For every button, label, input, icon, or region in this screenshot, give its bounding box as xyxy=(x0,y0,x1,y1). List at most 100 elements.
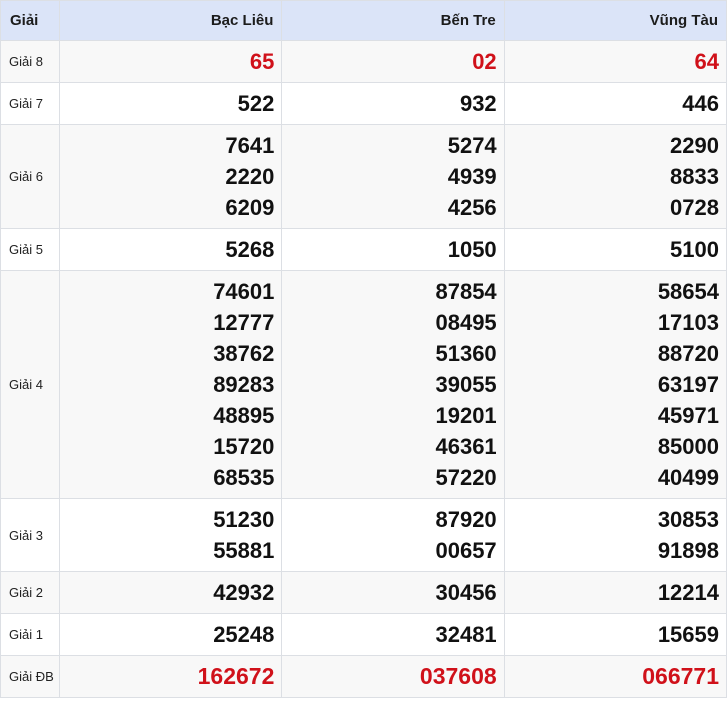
winning-number: 87854 xyxy=(435,279,497,304)
prize-cell: 2290 8833 0728 xyxy=(503,124,727,229)
prize-cell: 1050 xyxy=(281,228,505,271)
prize-cell: 25248 xyxy=(59,613,283,656)
prize-cell: 522 xyxy=(59,82,283,125)
winning-number: 12777 xyxy=(213,310,275,335)
winning-number: 74601 xyxy=(213,279,275,304)
winning-number: 48895 xyxy=(213,403,275,428)
prize-row: Giải 2 42932 30456 12214 xyxy=(0,571,727,614)
winning-number: 522 xyxy=(237,91,275,116)
winning-number: 00657 xyxy=(435,538,497,563)
prize-row: Giải 6 7641 2220 6209 5274 4939 4256 2290 8833 07… xyxy=(0,124,727,229)
winning-number: 4256 xyxy=(447,195,497,220)
winning-number: 51360 xyxy=(435,341,497,366)
winning-number: 2220 xyxy=(225,164,275,189)
winning-number: 7641 xyxy=(225,133,275,158)
winning-number: 446 xyxy=(682,91,719,116)
header-prize-label: Giải xyxy=(0,0,61,41)
winning-number: 5268 xyxy=(225,237,275,262)
winning-number: 162672 xyxy=(197,663,275,689)
prize-cell: 162672 xyxy=(59,655,283,698)
winning-number: 45971 xyxy=(657,403,719,428)
winning-number: 12214 xyxy=(657,580,719,605)
prize-cell: 42932 xyxy=(59,571,283,614)
winning-number: 066771 xyxy=(642,663,719,689)
prize-label: Giải 4 xyxy=(0,270,61,499)
prize-cell: 15659 xyxy=(503,613,727,656)
winning-number: 15720 xyxy=(213,434,275,459)
prize-cell: 64 xyxy=(503,40,727,83)
prize-row: Giải 1 25248 32481 15659 xyxy=(0,613,727,656)
winning-number: 65 xyxy=(249,49,275,74)
prize-label: Giải 7 xyxy=(0,82,61,125)
winning-number: 32481 xyxy=(435,622,497,647)
prize-cell: 7641 2220 6209 xyxy=(59,124,283,229)
prize-cell: 30456 xyxy=(281,571,505,614)
header-row: Giải Bạc Liêu Bến Tre Vũng Tàu xyxy=(0,0,727,41)
winning-number: 15659 xyxy=(657,622,719,647)
winning-number: 55881 xyxy=(213,538,275,563)
winning-number: 68535 xyxy=(213,465,275,490)
winning-number: 037608 xyxy=(419,663,497,689)
prize-cell: 32481 xyxy=(281,613,505,656)
winning-number: 5274 xyxy=(447,133,497,158)
prize-row: Giải 5 5268 1050 5100 xyxy=(0,228,727,271)
prize-row: Giải 3 51230 55881 87920 00657 30853 91898 xyxy=(0,498,727,572)
winning-number: 88720 xyxy=(657,341,719,366)
winning-number: 51230 xyxy=(213,507,275,532)
prize-row: Giải ĐB 162672 037608 066771 xyxy=(0,655,727,698)
winning-number: 5100 xyxy=(670,237,719,262)
prize-row: Giải 7 522 932 446 xyxy=(0,82,727,125)
winning-number: 25248 xyxy=(213,622,275,647)
prize-cell: 87920 00657 xyxy=(281,498,505,572)
winning-number: 02 xyxy=(472,49,497,74)
winning-number: 30456 xyxy=(435,580,497,605)
winning-number: 1050 xyxy=(447,237,497,262)
winning-number: 19201 xyxy=(435,403,497,428)
winning-number: 4939 xyxy=(447,164,497,189)
prize-cell: 932 xyxy=(281,82,505,125)
winning-number: 30853 xyxy=(657,507,719,532)
winning-number: 6209 xyxy=(225,195,275,220)
prize-label: Giải 5 xyxy=(0,228,61,271)
prize-label: Giải 3 xyxy=(0,498,61,572)
prize-label: Giải 1 xyxy=(0,613,61,656)
winning-number: 87920 xyxy=(435,507,497,532)
prize-label: Giải 2 xyxy=(0,571,61,614)
header-province-vung-tau: Vũng Tàu xyxy=(503,0,727,41)
winning-number: 58654 xyxy=(657,279,719,304)
prize-label: Giải 6 xyxy=(0,124,61,229)
prize-cell: 51230 55881 xyxy=(59,498,283,572)
prize-cell: 65 xyxy=(59,40,283,83)
winning-number: 89283 xyxy=(213,372,275,397)
prize-cell: 5274 4939 4256 xyxy=(281,124,505,229)
prize-label: Giải 8 xyxy=(0,40,61,83)
header-province-bac-lieu[interactable]: Bạc Liêu xyxy=(59,0,283,41)
prize-cell: 5268 xyxy=(59,228,283,271)
prize-cell: 12214 xyxy=(503,571,727,614)
winning-number: 91898 xyxy=(657,538,719,563)
winning-number: 2290 xyxy=(670,133,719,158)
prize-cell: 037608 xyxy=(281,655,505,698)
winning-number: 57220 xyxy=(435,465,497,490)
winning-number: 08495 xyxy=(435,310,497,335)
winning-number: 63197 xyxy=(657,372,719,397)
prize-label: Giải ĐB xyxy=(0,655,61,698)
prize-cell: 74601 12777 38762 89283 48895 15720 68535 xyxy=(59,270,283,499)
winning-number: 85000 xyxy=(657,434,719,459)
winning-number: 932 xyxy=(459,91,497,116)
prize-cell: 446 xyxy=(503,82,727,125)
prize-cell: 87854 08495 51360 39055 19201 46361 57220 xyxy=(281,270,505,499)
prize-cell: 5100 xyxy=(503,228,727,271)
prize-cell: 30853 91898 xyxy=(503,498,727,572)
winning-number: 42932 xyxy=(213,580,275,605)
winning-number: 46361 xyxy=(435,434,497,459)
winning-number: 8833 xyxy=(670,164,719,189)
lottery-results-table: Giải Bạc Liêu Bến Tre Vũng Tàu Giải 8 65 0… xyxy=(0,0,727,698)
header-province-ben-tre[interactable]: Bến Tre xyxy=(281,0,505,41)
prize-cell: 02 xyxy=(281,40,505,83)
winning-number: 39055 xyxy=(435,372,497,397)
winning-number: 38762 xyxy=(213,341,275,366)
winning-number: 64 xyxy=(694,49,719,74)
winning-number: 0728 xyxy=(670,195,719,220)
prize-cell: 58654 17103 88720 63197 45971 85000 40499 xyxy=(503,270,727,499)
